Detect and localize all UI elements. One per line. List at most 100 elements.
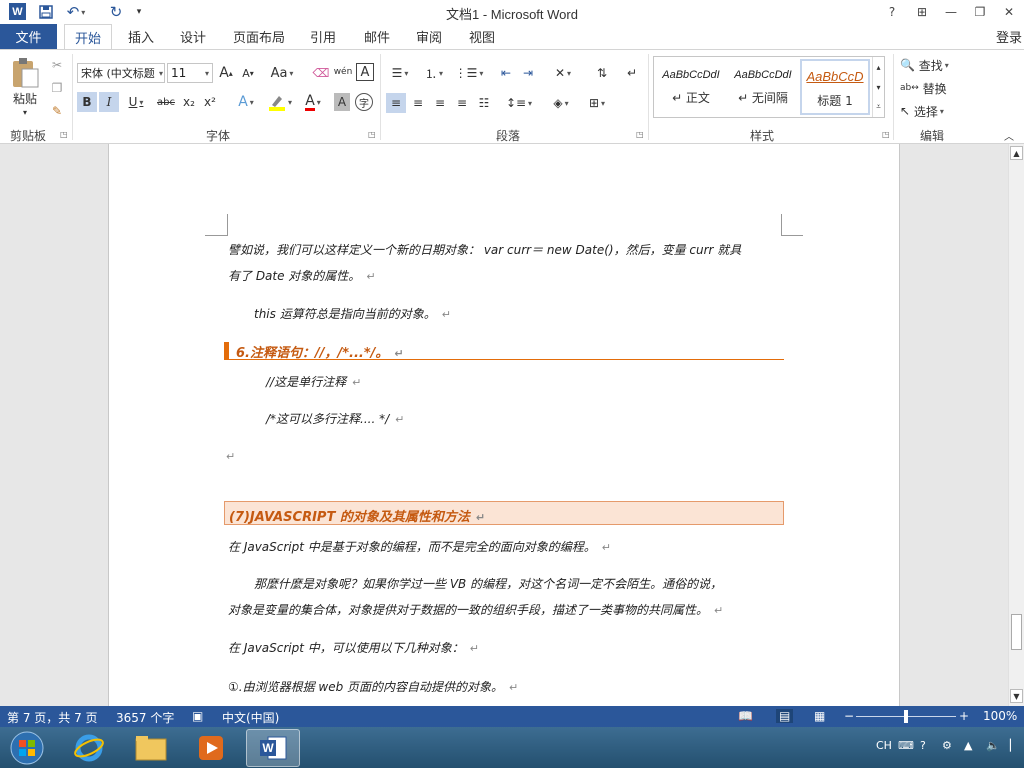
char-border-icon[interactable]: A: [356, 63, 374, 81]
align-left-icon[interactable]: ≡: [386, 93, 406, 113]
tab-page-layout[interactable]: 页面布局: [226, 24, 292, 49]
bold-button[interactable]: B: [77, 92, 97, 112]
ime-settings-icon[interactable]: ⚙: [942, 739, 952, 752]
word-taskbar-icon[interactable]: W: [246, 729, 300, 767]
word-count[interactable]: 3657 个字: [116, 709, 174, 726]
start-button[interactable]: [0, 729, 54, 767]
justify-icon[interactable]: ≡: [452, 93, 472, 113]
subscript-button[interactable]: x₂: [180, 92, 198, 112]
customize-icon[interactable]: ▾: [132, 3, 146, 21]
help-tray-icon[interactable]: ?: [920, 739, 926, 752]
replace-button[interactable]: ab↔ 替换: [900, 79, 962, 97]
decrease-indent-icon[interactable]: ⇤: [496, 63, 516, 83]
styles-more-icon[interactable]: ⩡: [872, 97, 884, 117]
vertical-scrollbar[interactable]: ▲ ▼: [1008, 144, 1024, 706]
keyboard-icon[interactable]: ⌨: [898, 739, 914, 752]
zoom-out-icon[interactable]: −: [844, 709, 854, 723]
web-layout-icon[interactable]: ▦: [814, 709, 825, 723]
paragraph-line[interactable]: //这是单行注释 ↵: [266, 373, 361, 390]
paragraph-line[interactable]: 有了 Date 对象的属性。 ↵: [228, 267, 376, 284]
enclose-chars-button[interactable]: 字: [355, 93, 373, 111]
superscript-button[interactable]: x²: [201, 92, 219, 112]
line-spacing-icon[interactable]: ↕≡ ▾: [504, 93, 534, 113]
show-desktop-button[interactable]: ▏: [1010, 739, 1018, 752]
multilevel-list-icon[interactable]: ⋮☰ ▾: [454, 63, 484, 83]
paragraph-line[interactable]: 在 JavaScript 中是基于对象的编程，而不是完全的面向对象的编程。 ↵: [228, 538, 611, 555]
borders-icon[interactable]: ⊞ ▾: [582, 93, 612, 113]
paragraph-line[interactable]: ①.由浏览器根据 web 页面的内容自动提供的对象。 ↵: [228, 678, 518, 695]
asian-layout-icon[interactable]: ✕ ▾: [548, 63, 578, 83]
ribbon-display-icon[interactable]: ⊞: [909, 2, 935, 22]
font-launcher-icon[interactable]: ◳: [368, 130, 376, 139]
bullets-icon[interactable]: ☰ ▾: [386, 63, 414, 83]
style-no-spacing[interactable]: AaBbCcDdI ↵ 无间隔: [728, 59, 798, 115]
undo-icon[interactable]: ↶ ▾: [64, 3, 88, 21]
show-hidden-icons-icon[interactable]: ▲: [964, 739, 972, 752]
show-marks-icon[interactable]: ↵: [622, 63, 642, 83]
word-logo-icon[interactable]: W: [9, 3, 26, 20]
find-button[interactable]: 🔍 查找 ▾: [900, 56, 962, 74]
cut-icon[interactable]: ✂: [48, 56, 66, 74]
paragraph-line[interactable]: 那麼什麼是对象呢？如果你学过一些 VB 的编程，对这个名词一定不会陌生。通俗的说…: [254, 575, 722, 592]
tab-review[interactable]: 审阅: [408, 24, 450, 49]
format-painter-icon[interactable]: ✎: [48, 102, 66, 120]
style-heading-1[interactable]: AaBbCcD 标题 1: [800, 59, 870, 115]
empty-paragraph[interactable]: ↵: [226, 449, 235, 463]
tab-design[interactable]: 设计: [172, 24, 214, 49]
paragraph-launcher-icon[interactable]: ◳: [636, 130, 644, 139]
scroll-up-icon[interactable]: ▲: [1010, 146, 1023, 160]
tab-home[interactable]: 开始: [64, 24, 112, 50]
underline-button[interactable]: U ▾: [123, 92, 149, 112]
read-mode-icon[interactable]: 📖: [738, 709, 753, 723]
save-icon[interactable]: [36, 3, 56, 21]
paste-dropdown-icon[interactable]: ▾: [19, 107, 31, 117]
shrink-font-icon[interactable]: A ▾: [239, 63, 257, 83]
collapse-ribbon-icon[interactable]: ︿: [1002, 128, 1016, 143]
print-layout-icon[interactable]: ▤: [776, 709, 794, 723]
paragraph-line[interactable]: this 运算符总是指向当前的对象。 ↵: [254, 305, 451, 322]
distributed-icon[interactable]: ☷: [474, 93, 494, 113]
redo-icon[interactable]: ↻: [104, 3, 128, 21]
text-effects-button[interactable]: A ▾: [232, 92, 260, 112]
paragraph-line[interactable]: 对象是变量的集合体，对象提供对于数据的一致的组织手段，描述了一类事物的共同属性。…: [228, 601, 723, 618]
align-center-icon[interactable]: ≡: [408, 93, 428, 113]
font-name-combo[interactable]: 宋体 (中文标题 ▾: [77, 63, 165, 83]
tab-insert[interactable]: 插入: [120, 24, 162, 49]
page[interactable]: [108, 144, 900, 706]
paragraph-line[interactable]: 譬如说，我们可以这样定义一个新的日期对象： var curr＝ new Date…: [228, 241, 741, 258]
paste-button[interactable]: 粘贴: [4, 90, 46, 106]
media-player-icon[interactable]: [184, 729, 238, 767]
heading-7[interactable]: (7)JAVASCRIPT 的对象及其属性和方法 ↵: [224, 501, 784, 525]
align-right-icon[interactable]: ≡: [430, 93, 450, 113]
strikethrough-button[interactable]: abc: [154, 92, 178, 112]
styles-scroll-down-icon[interactable]: ▾: [872, 77, 884, 97]
grow-font-icon[interactable]: A ▴: [217, 63, 235, 83]
shading-icon[interactable]: ◈ ▾: [546, 93, 576, 113]
italic-button[interactable]: I: [99, 92, 119, 112]
zoom-level[interactable]: 100%: [983, 709, 1017, 723]
paragraph-line[interactable]: 在 JavaScript 中，可以使用以下几种对象： ↵: [228, 639, 479, 656]
scroll-down-icon[interactable]: ▼: [1010, 689, 1023, 703]
tab-mailings[interactable]: 邮件: [356, 24, 398, 49]
paragraph-line[interactable]: /*这可以多行注释.... */↵: [266, 410, 404, 427]
zoom-in-icon[interactable]: +: [959, 709, 969, 723]
explorer-icon[interactable]: [124, 729, 178, 767]
heading-6[interactable]: 6.注释语句：//，/*...*/。 ↵: [224, 342, 784, 361]
restore-icon[interactable]: ❐: [967, 2, 993, 22]
styles-launcher-icon[interactable]: ◳: [882, 130, 890, 139]
char-shading-button[interactable]: A: [334, 93, 350, 111]
help-icon[interactable]: ?: [879, 2, 905, 22]
clear-format-icon[interactable]: ⌫: [312, 63, 330, 83]
minimize-icon[interactable]: —: [938, 2, 964, 22]
change-case-button[interactable]: Aa ▾: [268, 63, 296, 83]
styles-scroll-up-icon[interactable]: ▴: [872, 57, 884, 77]
page-count[interactable]: 第 7 页，共 7 页: [7, 709, 98, 726]
font-color-button[interactable]: A ▾: [298, 92, 328, 112]
close-icon[interactable]: ✕: [996, 2, 1022, 22]
zoom-slider-thumb[interactable]: [904, 710, 908, 723]
tab-file[interactable]: 文件: [0, 24, 57, 49]
paste-icon[interactable]: [8, 56, 42, 90]
tab-references[interactable]: 引用: [302, 24, 344, 49]
scroll-thumb[interactable]: [1011, 614, 1022, 650]
tab-view[interactable]: 视图: [461, 24, 503, 49]
